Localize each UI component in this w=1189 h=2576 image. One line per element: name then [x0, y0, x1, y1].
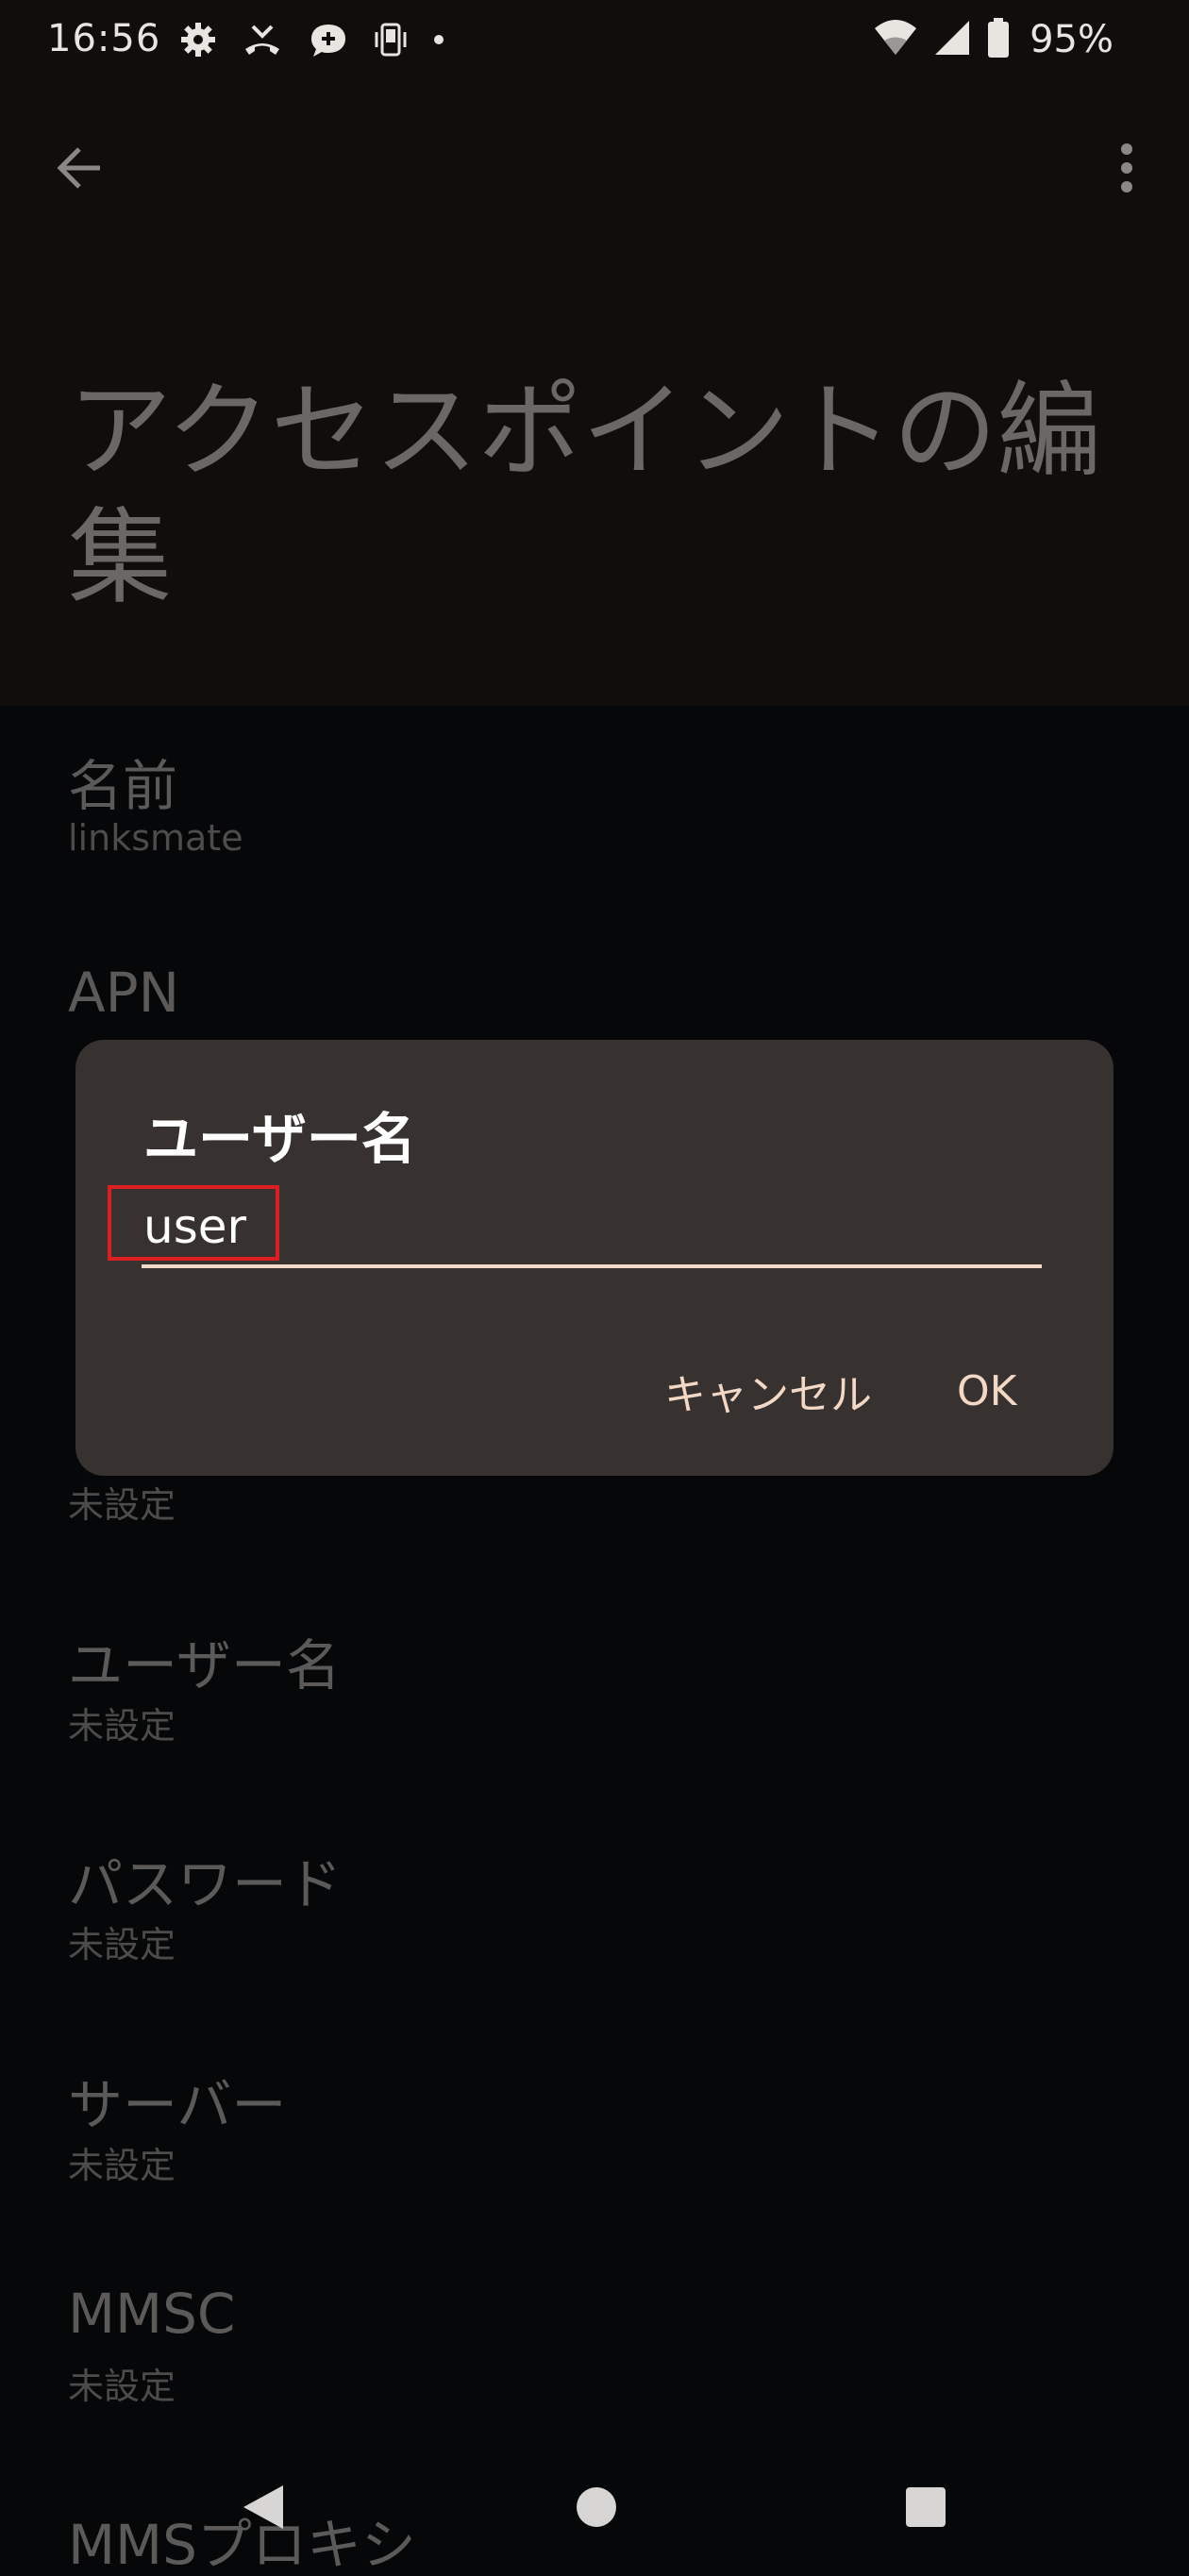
username-input[interactable]: [142, 1195, 1042, 1268]
battery-percentage: 95%: [1030, 18, 1114, 61]
setting-title: ユーザー名: [68, 1633, 341, 1698]
navigation-bar: [0, 2434, 1189, 2576]
more-options-button[interactable]: [1091, 132, 1163, 204]
username-dialog: ユーザー名 キャンセル OK: [75, 1040, 1114, 1476]
setting-item-password[interactable]: パスワード 未設定: [0, 1840, 1189, 2029]
setting-summary: 未設定: [68, 2145, 176, 2186]
setting-summary: 未設定: [68, 1924, 176, 1965]
header-area: 16:56 95% アクセスポイントの編集: [0, 0, 1189, 706]
setting-item-name[interactable]: 名前 linksmate: [0, 742, 1189, 930]
nav-home-icon: [577, 2487, 616, 2527]
setting-summary: linksmate: [68, 817, 243, 859]
setting-item-server[interactable]: サーバー 未設定: [0, 2061, 1189, 2250]
setting-item-username[interactable]: ユーザー名 未設定: [0, 1621, 1189, 1810]
chat-bubble-icon: [308, 21, 349, 59]
setting-title: サーバー: [68, 2073, 287, 2137]
nav-back-button[interactable]: [211, 2455, 315, 2559]
nav-recents-icon: [906, 2487, 946, 2527]
ok-button[interactable]: OK: [944, 1353, 1030, 1429]
dialog-title: ユーザー名: [143, 1107, 416, 1171]
more-vert-icon: [1121, 143, 1132, 192]
status-notification-icons: [179, 19, 445, 60]
arrow-back-icon: [57, 147, 100, 189]
setting-summary: 未設定: [68, 1705, 176, 1747]
screen: 16:56 95% アクセスポイントの編集 名前 linksmate APN 未…: [0, 0, 1189, 2576]
dot-icon: [432, 21, 445, 59]
missed-call-icon: [242, 21, 283, 59]
app-bar: [0, 113, 1189, 208]
wifi-icon: [873, 17, 918, 62]
status-bar: 16:56 95%: [0, 0, 1189, 79]
back-button[interactable]: [43, 132, 115, 204]
nav-recents-button[interactable]: [874, 2455, 978, 2559]
setting-title: APN: [68, 961, 180, 1025]
nav-home-button[interactable]: [544, 2455, 648, 2559]
setting-title: 名前: [68, 754, 178, 818]
nav-back-icon: [243, 2485, 283, 2529]
setting-title: パスワード: [68, 1852, 343, 1916]
cancel-button[interactable]: キャンセル: [651, 1353, 885, 1429]
page-title: アクセスポイントの編集: [68, 371, 1101, 618]
status-time: 16:56: [47, 17, 161, 60]
battery-icon: [986, 17, 1011, 62]
status-system-icons: 95%: [873, 13, 1114, 66]
signal-icon: [931, 17, 973, 62]
setting-summary: 未設定: [68, 1484, 176, 1526]
setting-title: MMSC: [68, 2282, 236, 2346]
setting-summary: 未設定: [68, 2366, 176, 2407]
phone-vibrate-icon: [374, 21, 408, 59]
settings-icon: [179, 21, 217, 59]
